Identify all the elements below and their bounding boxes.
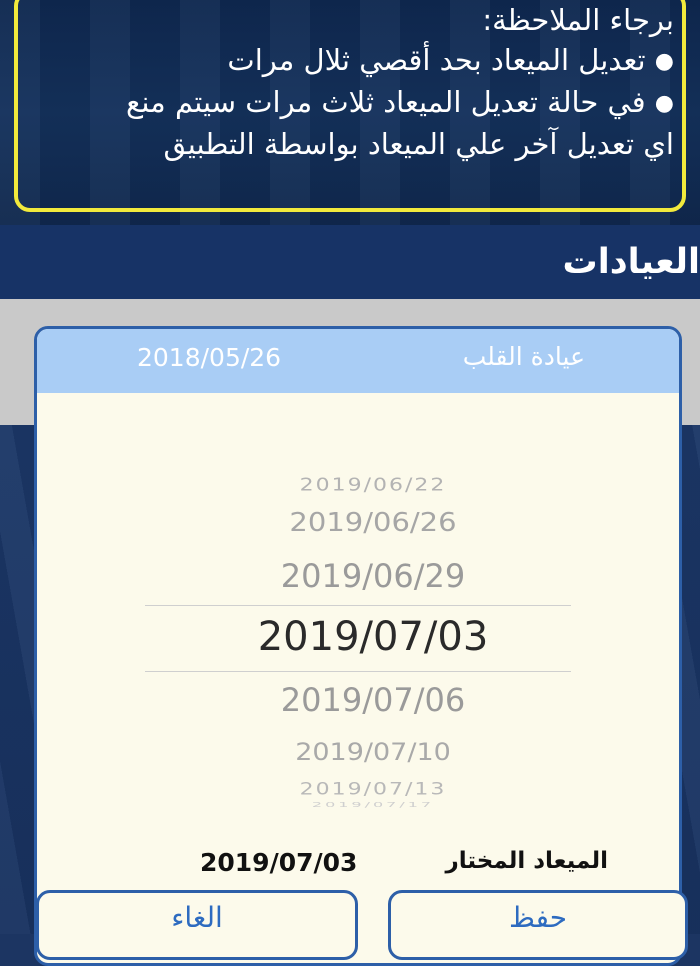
notice-bullet-1: ● تعديل الميعاد بحد أقصي ثلال مرات: [227, 43, 674, 77]
picker-divider: [145, 671, 571, 672]
selected-date-value: 2019/07/03: [200, 848, 358, 877]
picker-option[interactable]: 2019/06/22: [37, 476, 679, 496]
section-title: العيادات: [562, 242, 700, 282]
notice-bullet-2-continued: اي تعديل آخر علي الميعاد بواسطة التطبيق: [163, 127, 674, 161]
picker-option[interactable]: 2019/07/13: [37, 780, 679, 799]
date-picker[interactable]: 2019/06/22 2019/06/26 2019/06/29 2019/07…: [37, 459, 679, 809]
cancel-button[interactable]: الغاء: [36, 890, 358, 960]
notice-heading: برجاء الملاحظة:: [482, 3, 674, 37]
picker-option[interactable]: 2019/07/17: [37, 800, 679, 809]
notice-text: برجاء الملاحظة: ● تعديل الميعاد بحد أقصي…: [34, 0, 674, 164]
clinic-date: 2018/05/26: [137, 343, 282, 372]
clinic-name: عيادة القلب: [462, 342, 585, 371]
picker-option[interactable]: 2019/06/29: [37, 557, 679, 595]
picker-option[interactable]: 2019/06/26: [37, 507, 679, 538]
notice-bullet-2: ● في حالة تعديل الميعاد ثلاث مرات سيتم م…: [126, 85, 674, 119]
bullet-icon: ●: [654, 91, 674, 116]
picker-option[interactable]: 2019/07/10: [37, 739, 679, 767]
card-header: عيادة القلب 2018/05/26: [37, 329, 679, 393]
selected-date-label: الميعاد المختار: [445, 848, 608, 874]
save-button[interactable]: حفظ: [388, 890, 688, 960]
bullet-icon: ●: [654, 49, 674, 74]
picker-option[interactable]: 2019/07/06: [37, 681, 679, 719]
picker-divider: [145, 605, 571, 606]
picker-option-selected[interactable]: 2019/07/03: [37, 614, 679, 660]
